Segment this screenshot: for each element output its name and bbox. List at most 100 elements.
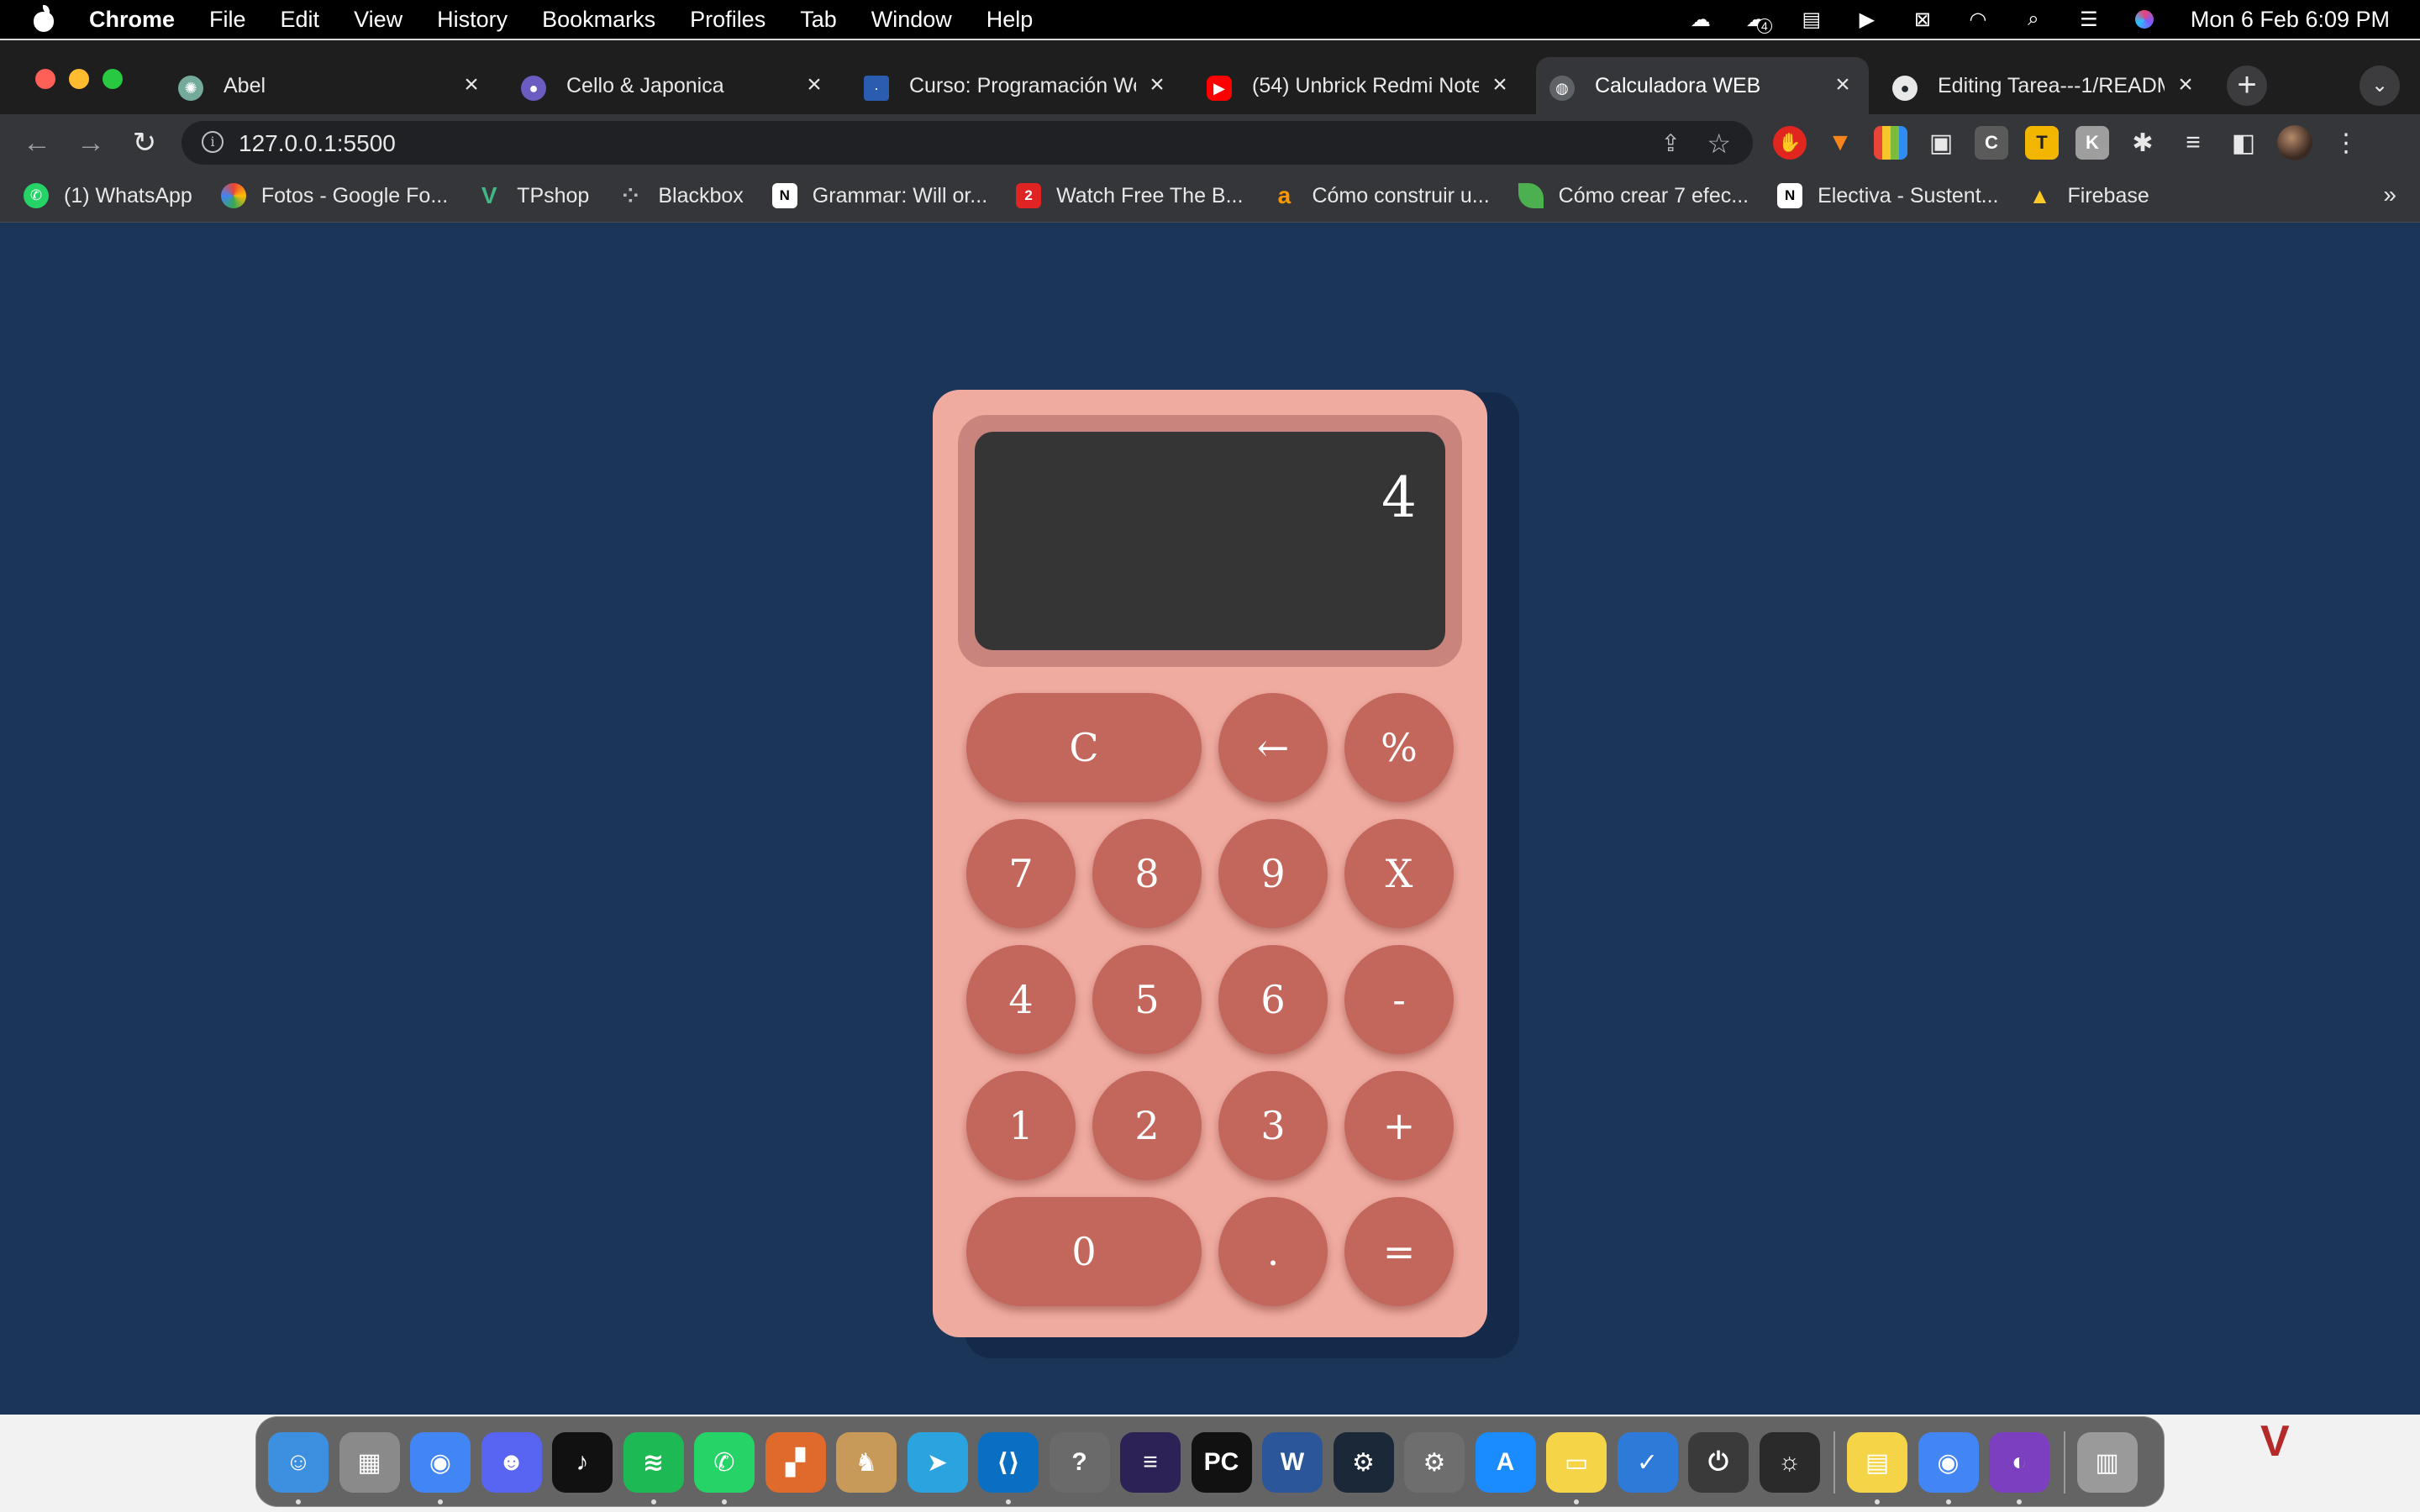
vscode-icon[interactable]: ⟨⟩ — [978, 1432, 1039, 1504]
metamask-icon[interactable]: ▼ — [1823, 126, 1857, 160]
launchpad-icon[interactable]: ▦ — [339, 1432, 400, 1493]
menu-view[interactable]: View — [354, 7, 402, 33]
menu-window[interactable]: Window — [871, 7, 952, 33]
discord-icon[interactable]: ☻ — [481, 1432, 542, 1493]
tab-cello-japonica[interactable]: ● Cello & Japonica × — [508, 57, 840, 114]
tab-search-button[interactable]: ⌄ — [2360, 66, 2400, 106]
search-icon[interactable]: ⌕ — [2019, 8, 2048, 30]
bookmark-google-photos[interactable]: Fotos - Google Fo... — [220, 183, 448, 208]
notes-icon[interactable]: ▭ — [1546, 1432, 1607, 1504]
digit-1-button[interactable]: 1 — [966, 1071, 1076, 1180]
decimal-button[interactable]: . — [1218, 1197, 1328, 1306]
tab-github[interactable]: ● Editing Tarea---1/READM × — [1879, 57, 2212, 114]
bookmark-star-icon[interactable]: ☆ — [1707, 128, 1731, 160]
stickies-icon[interactable]: ▤ — [1847, 1432, 1907, 1504]
tasks-icon[interactable]: ✓ — [1617, 1432, 1678, 1493]
url-text[interactable]: 127.0.0.1:5500 — [239, 130, 396, 157]
calendar-icon[interactable]: ▤ — [1797, 8, 1826, 31]
pycharm-icon[interactable]: PC — [1191, 1432, 1252, 1493]
avatar[interactable] — [2277, 125, 2312, 160]
reload-icon[interactable]: ↻ — [128, 126, 161, 160]
tab-youtube[interactable]: ▶ (54) Unbrick Redmi Note × — [1193, 57, 1526, 114]
picture-in-picture-icon[interactable]: ▣ — [1924, 126, 1958, 160]
k-extension-icon[interactable]: K — [2075, 126, 2109, 160]
bookmark-como-construir[interactable]: a Cómo construir u... — [1271, 182, 1490, 208]
whatsapp-icon[interactable]: ✆ — [694, 1432, 755, 1504]
add-button[interactable]: + — [1344, 1071, 1454, 1180]
zoom-window-button[interactable] — [103, 69, 123, 89]
menu-history[interactable]: History — [437, 7, 508, 33]
digit-2-button[interactable]: 2 — [1092, 1071, 1202, 1180]
percent-button[interactable]: % — [1344, 693, 1454, 802]
color-picker-icon[interactable] — [1874, 126, 1907, 160]
tiktok-icon[interactable]: ♪ — [552, 1432, 613, 1493]
close-window-button[interactable] — [35, 69, 55, 89]
t-extension-icon[interactable]: T — [2025, 126, 2059, 160]
digit-7-button[interactable]: 7 — [966, 819, 1076, 928]
control-center-icon[interactable]: ☰ — [2075, 8, 2103, 31]
chrome-icon[interactable]: ◉ — [410, 1432, 471, 1504]
address-bar[interactable]: i 127.0.0.1:5500 ⇪ ☆ — [182, 121, 1753, 165]
digit-8-button[interactable]: 8 — [1092, 819, 1202, 928]
brightness-icon[interactable]: ☼ — [1759, 1432, 1820, 1493]
backspace-button[interactable]: ← — [1218, 693, 1328, 802]
clear-button[interactable]: C — [966, 693, 1202, 802]
subtract-button[interactable]: - — [1344, 945, 1454, 1054]
c-extension-icon[interactable]: C — [1975, 126, 2008, 160]
spotify-icon[interactable]: ≋ — [623, 1432, 684, 1504]
multiply-button[interactable]: X — [1344, 819, 1454, 928]
digit-4-button[interactable]: 4 — [966, 945, 1076, 1054]
play-icon[interactable]: ▶ — [1853, 8, 1881, 31]
tab-calculadora[interactable]: ◍ Calculadora WEB × — [1536, 57, 1869, 114]
digit-3-button[interactable]: 3 — [1218, 1071, 1328, 1180]
bookmark-grammar[interactable]: N Grammar: Will or... — [771, 183, 987, 208]
game-icon[interactable]: ♞ — [836, 1432, 897, 1493]
equals-button[interactable]: = — [1344, 1197, 1454, 1306]
bookmark-como-crear[interactable]: Cómo crear 7 efec... — [1518, 183, 1749, 208]
bookmark-electiva[interactable]: N Electiva - Sustent... — [1777, 183, 1999, 208]
chrome-icon[interactable]: ◉ — [1918, 1432, 1979, 1504]
menu-tab[interactable]: Tab — [800, 7, 837, 33]
media-control-icon[interactable]: ≡ — [2176, 126, 2210, 160]
puzzle-icon[interactable]: ✱ — [2126, 126, 2160, 160]
system-settings-icon[interactable]: ⚙ — [1404, 1432, 1465, 1493]
close-icon[interactable]: × — [802, 72, 827, 97]
menu-profiles[interactable]: Profiles — [690, 7, 765, 33]
bookmark-firebase[interactable]: ▲ Firebase — [2028, 183, 2149, 208]
digit-6-button[interactable]: 6 — [1218, 945, 1328, 1054]
app-store-icon[interactable]: A — [1475, 1432, 1536, 1493]
more-bookmarks-icon[interactable]: » — [2383, 181, 2396, 208]
share-icon[interactable]: ⇪ — [1661, 129, 1681, 157]
digit-5-button[interactable]: 5 — [1092, 945, 1202, 1054]
menu-bookmarks[interactable]: Bookmarks — [542, 7, 655, 33]
kebab-menu-icon[interactable]: ⋮ — [2329, 126, 2363, 160]
close-icon[interactable]: × — [1830, 72, 1855, 97]
close-icon[interactable]: × — [459, 72, 484, 97]
menu-clock[interactable]: Mon 6 Feb 6:09 PM — [2191, 7, 2390, 33]
menu-app-name[interactable]: Chrome — [89, 7, 175, 33]
close-icon[interactable]: × — [1487, 72, 1512, 97]
bookmark-tpshop[interactable]: V TPshop — [476, 182, 590, 208]
side-panel-icon[interactable]: ◧ — [2227, 126, 2260, 160]
minimize-window-button[interactable] — [69, 69, 89, 89]
menu-help[interactable]: Help — [986, 7, 1034, 33]
tab-abel[interactable]: ✺ Abel × — [165, 57, 497, 114]
tab-curso[interactable]: · Curso: Programación We × — [850, 57, 1183, 114]
power-icon[interactable]: ⏻ — [1688, 1432, 1749, 1493]
digit-9-button[interactable]: 9 — [1218, 819, 1328, 928]
finder-icon[interactable]: ☺ — [268, 1432, 329, 1504]
siri-icon[interactable] — [2130, 8, 2159, 30]
ublock-icon[interactable]: ✋ — [1773, 126, 1807, 160]
wifi-icon[interactable]: ◠ — [1964, 8, 1992, 31]
trash-icon[interactable]: ▥ — [2076, 1432, 2138, 1493]
collage-icon[interactable]: ▞ — [765, 1432, 826, 1493]
close-icon[interactable]: × — [1144, 72, 1170, 97]
menu-file[interactable]: File — [209, 7, 246, 33]
steam-icon[interactable]: ⚙ — [1333, 1432, 1394, 1493]
screen-record-icon[interactable]: ⊠ — [1908, 8, 1937, 31]
cloud-icon[interactable]: ☁ — [1686, 8, 1715, 31]
cloud-sync-icon[interactable]: ☁ 4 — [1742, 8, 1772, 34]
telegram-icon[interactable]: ➤ — [907, 1432, 968, 1493]
bookmark-blackbox[interactable]: ⁘ Blackbox — [618, 183, 744, 208]
close-icon[interactable]: × — [2173, 72, 2198, 97]
